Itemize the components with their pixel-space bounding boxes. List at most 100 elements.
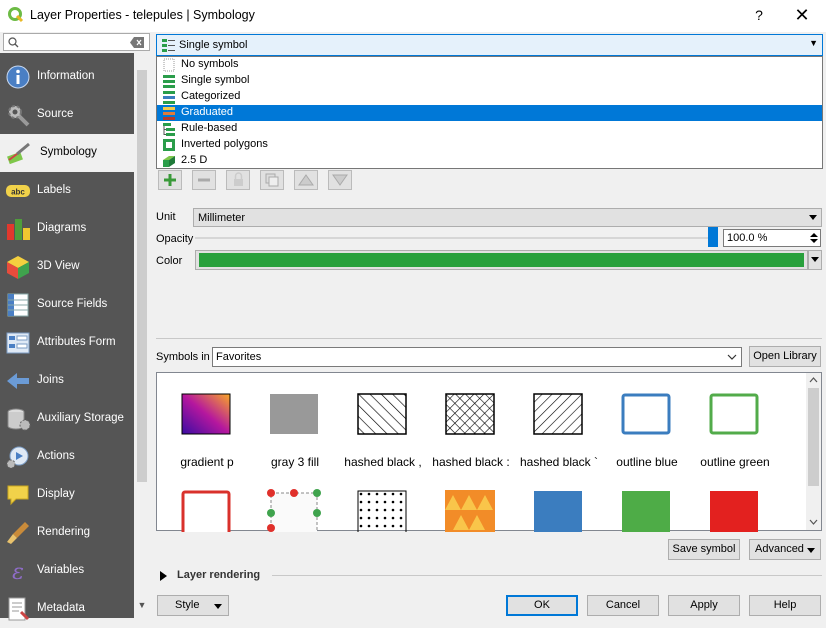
sidebar-item-attributes-form[interactable]: Attributes Form: [0, 324, 134, 362]
remove-symbol-layer-button[interactable]: [192, 170, 216, 190]
sidebar-item-label: Attributes Form: [37, 336, 116, 348]
sidebar-item-metadata[interactable]: Metadata: [0, 590, 134, 628]
sidebar-item-source-fields[interactable]: Source Fields: [0, 286, 134, 324]
sidebar-item-symbology[interactable]: Symbology: [0, 134, 134, 172]
renderer-selected: Single symbol: [179, 39, 248, 51]
move-down-button[interactable]: [328, 170, 352, 190]
paintbrush-icon: [7, 142, 30, 165]
save-symbol-button[interactable]: Save symbol: [668, 539, 740, 560]
sidebar-item-label: Rendering: [37, 526, 91, 538]
sidebar-item-actions[interactable]: Actions: [0, 438, 134, 476]
lock-layer-button[interactable]: [226, 170, 250, 190]
sidebar-item-variables[interactable]: ε Variables: [0, 552, 134, 590]
renderer-option-no-symbols[interactable]: No symbols: [157, 57, 822, 73]
help-title-button[interactable]: ?: [747, 4, 771, 28]
color-label: Color: [156, 255, 183, 267]
sidebar-item-source[interactable]: Source: [0, 96, 134, 134]
sidebar-scroll-thumb[interactable]: [137, 70, 147, 482]
renderer-combo[interactable]: Single symbol ▼: [156, 34, 823, 56]
red-fill-preview[interactable]: [709, 490, 759, 532]
renderer-option-inverted-polygons[interactable]: Inverted polygons: [157, 137, 822, 153]
sidebar-item-rendering[interactable]: Rendering: [0, 514, 134, 552]
chevron-down-icon[interactable]: [809, 519, 818, 525]
arrow-down-icon: [332, 174, 348, 186]
symbol-item[interactable]: gray 3 fill: [253, 373, 333, 469]
sidebar-item-label: Diagrams: [37, 222, 87, 234]
renderer-option-graduated[interactable]: Graduated: [157, 105, 822, 121]
search-input[interactable]: [22, 34, 127, 50]
cancel-button[interactable]: Cancel: [587, 595, 659, 616]
sidebar-item-labels[interactable]: abc Labels: [0, 172, 134, 210]
single-symbol-icon: [163, 75, 175, 88]
sidebar-item-display[interactable]: Display: [0, 476, 134, 514]
symbol-grid-scroll-thumb[interactable]: [808, 388, 819, 486]
symbol-item[interactable]: hashed black :: [429, 373, 510, 469]
sidebar-item-3d-view[interactable]: 3D View: [0, 248, 134, 286]
actions-gear-icon: [6, 446, 29, 469]
option-label: Categorized: [181, 90, 241, 102]
opacity-slider-track[interactable]: [195, 237, 715, 239]
unit-combo[interactable]: Millimeter: [193, 208, 822, 227]
hashed-fill-preview: [357, 393, 407, 435]
sidebar-item-joins[interactable]: Joins: [0, 362, 134, 400]
apply-button[interactable]: Apply: [668, 595, 740, 616]
symbol-item[interactable]: hashed black `: [517, 373, 598, 469]
layer-rendering-section[interactable]: Layer rendering: [177, 569, 260, 581]
spin-arrows-icon[interactable]: [810, 232, 818, 244]
triangle-pattern-preview[interactable]: [445, 490, 495, 532]
information-icon: [6, 65, 30, 89]
advanced-button[interactable]: Advanced: [749, 539, 821, 560]
dot-pattern-preview[interactable]: [357, 490, 407, 532]
wrench-gear-icon: [8, 105, 30, 127]
vertex-marker-preview[interactable]: [267, 488, 321, 532]
open-library-button[interactable]: Open Library: [749, 346, 821, 367]
scroll-down-icon[interactable]: ▼: [137, 600, 147, 610]
duplicate-layer-button[interactable]: [260, 170, 284, 190]
style-button[interactable]: Style: [157, 595, 229, 616]
symbol-name: gray 3 fill: [270, 455, 320, 469]
close-window-button[interactable]: ✕: [788, 4, 816, 28]
window-title: Layer Properties - telepules | Symbology: [30, 8, 255, 22]
symbol-item[interactable]: gradient p: [165, 373, 245, 469]
color-swatch[interactable]: [199, 253, 804, 267]
symbol-item[interactable]: outline green: [693, 373, 773, 469]
symbol-item[interactable]: outline blue: [605, 373, 685, 469]
help-button[interactable]: Help: [749, 595, 821, 616]
sidebar-item-label: Source Fields: [37, 298, 108, 310]
move-up-button[interactable]: [294, 170, 318, 190]
graduated-icon: [163, 107, 175, 120]
style-label: Style: [175, 599, 200, 611]
ok-button[interactable]: OK: [506, 595, 578, 616]
renderer-option-rule-based[interactable]: Rule-based: [157, 121, 822, 137]
sidebar-item-information[interactable]: Information: [0, 58, 134, 96]
sidebar-item-auxiliary-storage[interactable]: Auxiliary Storage: [0, 400, 134, 438]
opacity-spinbox[interactable]: 100.0 %: [723, 229, 821, 247]
symbol-item[interactable]: hashed black ,: [341, 373, 422, 469]
form-icon: [6, 332, 30, 354]
abc-label-icon: abc: [6, 185, 30, 197]
renderer-option-2-5d[interactable]: 2.5 D: [157, 153, 822, 169]
opacity-label: Opacity: [156, 233, 194, 245]
chevron-up-icon[interactable]: [809, 377, 818, 383]
green-fill-preview[interactable]: [621, 490, 671, 532]
opacity-slider-thumb[interactable]: [708, 227, 718, 247]
sidebar-item-diagrams[interactable]: Diagrams: [0, 210, 134, 248]
renderer-option-categorized[interactable]: Categorized: [157, 89, 822, 105]
symbol-name: hashed black ,: [344, 455, 422, 469]
color-menu-arrow[interactable]: [808, 250, 822, 270]
clear-search-icon[interactable]: [130, 37, 145, 48]
add-symbol-layer-button[interactable]: [158, 170, 182, 190]
renderer-option-single-symbol[interactable]: Single symbol: [157, 73, 822, 89]
symbol-group-combo[interactable]: Favorites: [212, 347, 742, 367]
lock-icon: [234, 172, 243, 186]
sidebar-item-label: 3D View: [37, 260, 80, 272]
expand-arrow-icon[interactable]: [160, 571, 168, 581]
blue-fill-preview[interactable]: [533, 490, 583, 532]
metadata-document-icon: [8, 597, 30, 621]
sidebar-search[interactable]: [3, 33, 150, 51]
symbol-name: hashed black :: [432, 455, 510, 469]
inverted-polygon-icon: [163, 139, 175, 151]
sidebar-item-label: Joins: [37, 374, 64, 386]
hashed-fill-preview: [533, 393, 583, 435]
outline-red-preview[interactable]: [181, 490, 231, 532]
